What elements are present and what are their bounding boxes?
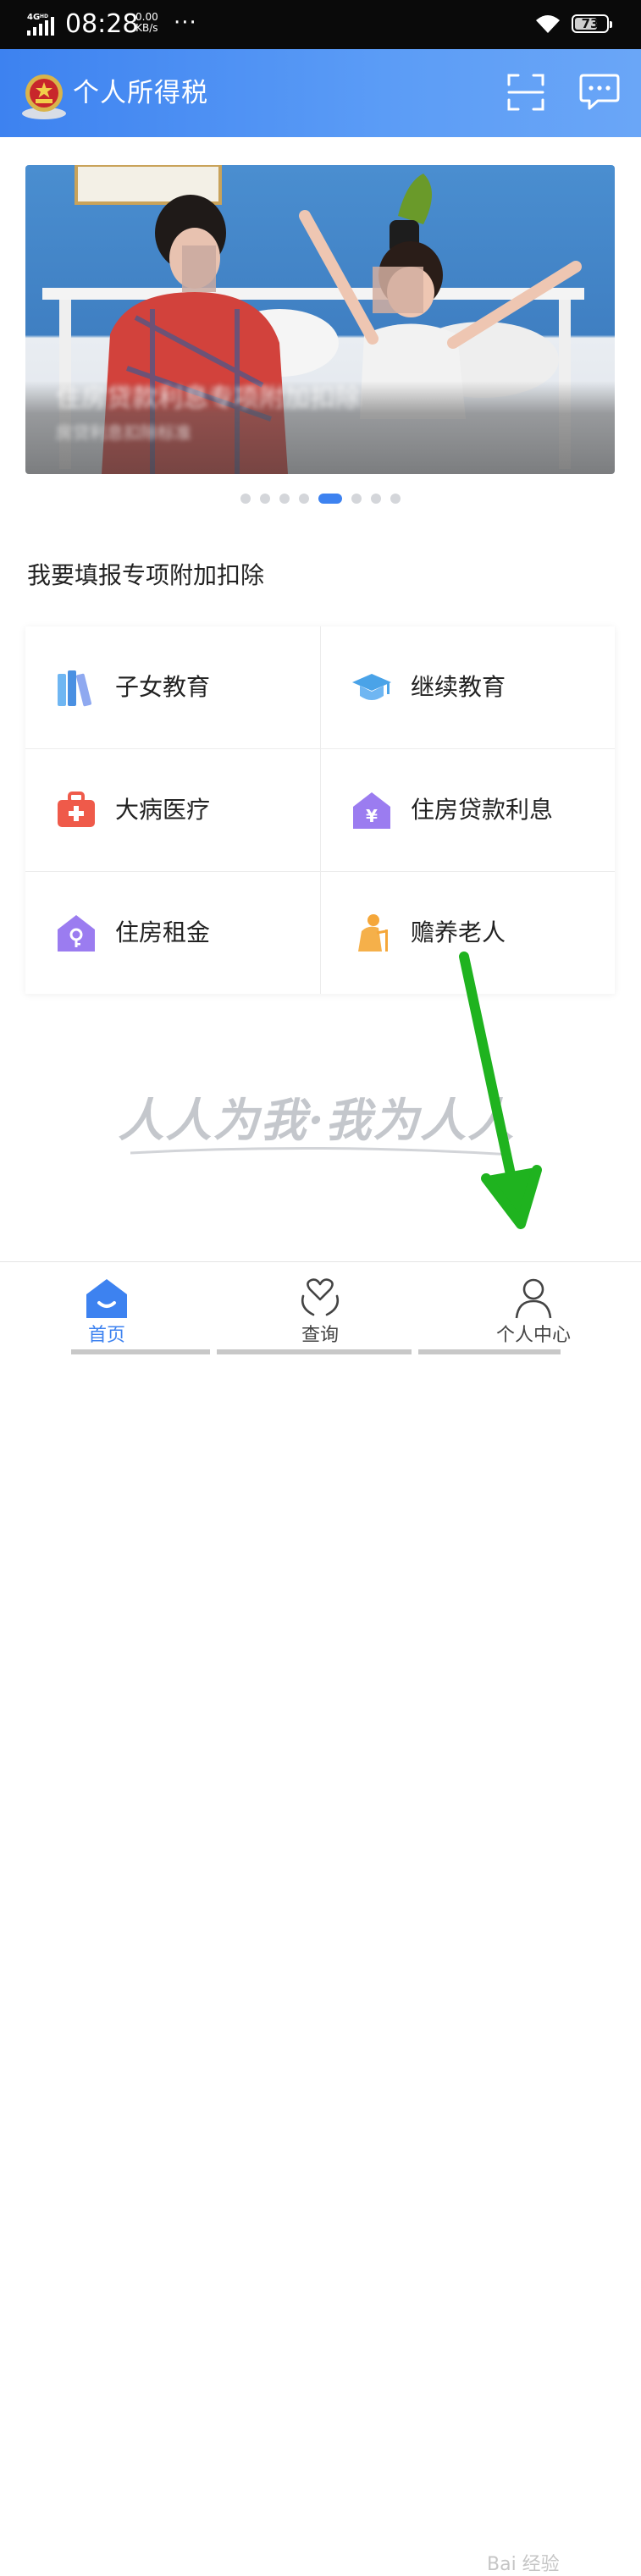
scan-icon[interactable] bbox=[506, 73, 545, 112]
network-speed: 0.00 KB/s bbox=[135, 12, 158, 34]
battery-indicator: 73 bbox=[572, 14, 612, 33]
battery-tip bbox=[610, 21, 612, 28]
deduction-item-continuing-education[interactable]: 继续教育 bbox=[321, 626, 615, 748]
tab-personal-center[interactable]: 个人中心 bbox=[427, 1262, 640, 1347]
tab-home[interactable]: 首页 bbox=[0, 1262, 213, 1347]
tab-query[interactable]: 查询 bbox=[213, 1262, 427, 1347]
svg-text:4G: 4G bbox=[27, 13, 40, 22]
deduction-label: 住房贷款利息 bbox=[411, 796, 554, 824]
clock: 08:28 bbox=[65, 9, 139, 39]
carousel-dot[interactable] bbox=[390, 494, 401, 504]
books-icon bbox=[58, 670, 92, 707]
tab-label: 首页 bbox=[87, 1325, 125, 1346]
carousel-dot[interactable] bbox=[371, 494, 381, 504]
house-key-icon bbox=[58, 915, 95, 952]
deduction-item-serious-illness[interactable]: 大病医疗 bbox=[25, 749, 319, 871]
bottom-tab-bar: 首页 查询 个人中心 Bai 经验 bbox=[0, 1261, 641, 2575]
svg-text:¥: ¥ bbox=[366, 806, 378, 826]
speed-unit: KB/s bbox=[135, 22, 158, 34]
elderly-icon bbox=[358, 914, 388, 952]
carousel-dot[interactable] bbox=[351, 494, 362, 504]
deduction-label: 子女教育 bbox=[115, 673, 211, 701]
more-notifications: ··· bbox=[174, 10, 197, 36]
user-icon bbox=[515, 1278, 552, 1319]
battery-level: 73 bbox=[581, 16, 600, 31]
gesture-bar bbox=[71, 1349, 210, 1354]
section-title: 我要填报专项附加扣除 bbox=[27, 561, 265, 589]
deduction-item-children-education[interactable]: 子女教育 bbox=[25, 626, 319, 748]
app-header: 个人所得税 bbox=[0, 49, 641, 137]
gesture-bar bbox=[217, 1349, 412, 1354]
carousel-dot[interactable] bbox=[318, 494, 342, 504]
svg-text:HD: HD bbox=[40, 14, 48, 19]
home-icon bbox=[86, 1279, 127, 1318]
carousel-dot[interactable] bbox=[299, 494, 309, 504]
carousel-dot[interactable] bbox=[260, 494, 270, 504]
carousel-dot[interactable] bbox=[279, 494, 290, 504]
status-bar: 4G HD 08:28 0.00 KB/s ··· 73 bbox=[0, 0, 641, 49]
message-icon[interactable] bbox=[579, 73, 620, 112]
deduction-item-housing-loan-interest[interactable]: ¥ 住房贷款利息 bbox=[321, 749, 615, 871]
promo-banner[interactable]: 住房贷款利息专项附加扣除 房贷利息扣除标准 bbox=[25, 165, 615, 474]
medical-kit-icon bbox=[58, 792, 95, 827]
deduction-grid: 子女教育 继续教育 大病医疗 ¥ 住房贷款利息 住房租金 赡养老人 bbox=[25, 626, 615, 994]
national-emblem-icon bbox=[22, 74, 66, 119]
deduction-label: 继续教育 bbox=[411, 673, 506, 701]
cellular-signal-icon: 4G HD bbox=[27, 13, 54, 36]
carousel-dot[interactable] bbox=[240, 494, 251, 504]
wifi-icon bbox=[536, 15, 560, 33]
app-title: 个人所得税 bbox=[73, 78, 208, 108]
watermark: Bai 经验 bbox=[487, 2554, 560, 2575]
deduction-label: 赡养老人 bbox=[411, 918, 506, 946]
deduction-label: 大病医疗 bbox=[115, 796, 211, 824]
tab-label: 查询 bbox=[301, 1325, 339, 1346]
annotation-arrow bbox=[459, 952, 542, 1229]
banner-caption: 住房贷款利息专项附加扣除 bbox=[56, 383, 361, 413]
deduction-item-housing-rent[interactable]: 住房租金 bbox=[25, 872, 319, 994]
tab-label: 个人中心 bbox=[495, 1325, 571, 1346]
gesture-bar bbox=[418, 1349, 561, 1354]
house-yuan-icon: ¥ bbox=[353, 792, 390, 829]
heart-hands-icon bbox=[301, 1278, 340, 1316]
banner-subcaption: 房贷利息扣除标准 bbox=[56, 422, 191, 443]
deduction-label: 住房租金 bbox=[115, 918, 211, 946]
carousel-indicator[interactable] bbox=[0, 493, 641, 505]
graduation-cap-icon bbox=[352, 674, 391, 700]
